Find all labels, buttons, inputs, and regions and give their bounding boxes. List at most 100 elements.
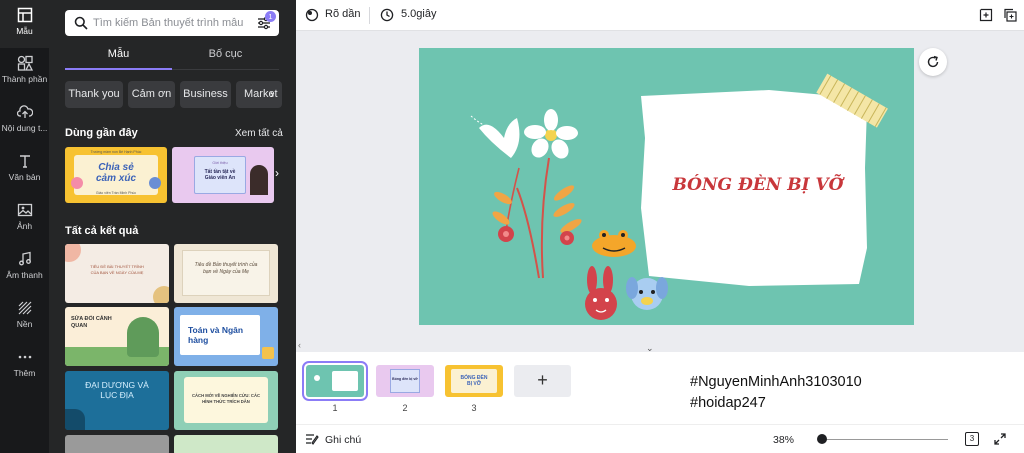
result-template-2[interactable]: Tiêu đề Bản thuyết trình của bạn về Ngày… <box>174 244 278 303</box>
rail-item-uploads[interactable]: Nội dung t... <box>0 97 49 145</box>
thumb-title: BÓNG ĐÈN BỊ VỠ <box>460 375 488 387</box>
page-thumb-2[interactable]: Bóng đèn bị vỡ <box>376 365 434 397</box>
rail-label: Ảnh <box>16 221 33 231</box>
thumb-coral <box>65 409 85 430</box>
result-template-8[interactable] <box>174 435 278 453</box>
hashtag-line: #NguyenMinhAnh3103010 <box>690 374 862 390</box>
rail-item-text[interactable]: Văn bản <box>0 146 49 194</box>
page-count-button[interactable]: 3 <box>965 432 979 446</box>
templates-panel: 1 Mẫu Bố cục Thank you Cảm ơn Business M… <box>49 0 296 453</box>
rail-label: Nền <box>16 319 33 329</box>
result-template-3[interactable]: SỬA ĐỔI CẢNH QUAN <box>65 307 169 366</box>
slide-canvas[interactable]: BÓNG ĐÈN BỊ VỠ <box>419 48 914 325</box>
search-icon <box>74 16 88 30</box>
background-icon <box>18 301 31 315</box>
recent-title: Dùng gần đây <box>65 127 138 139</box>
result-template-5[interactable]: ĐẠI DƯƠNG VÀ LỤC ĐỊA <box>65 371 169 430</box>
bottom-bar: Ghi chú 38% 3 <box>296 424 1024 453</box>
side-rail: Mẫu Thành phần Nội dung t... Văn bản Ảnh… <box>0 0 49 453</box>
rail-label: Âm thanh <box>6 270 43 280</box>
more-icon <box>18 355 31 359</box>
rail-label: Mẫu <box>16 26 33 36</box>
animation-button[interactable]: Rõ dần <box>325 8 360 20</box>
duration-button[interactable]: 5.0giây <box>401 8 436 20</box>
result-template-7[interactable] <box>65 435 169 453</box>
elements-icon <box>17 55 33 71</box>
panel-tabs: Mẫu Bố cục <box>65 44 279 70</box>
text-icon <box>19 155 30 168</box>
search-input[interactable] <box>93 14 243 32</box>
recent-template-1[interactable]: Trường mầm non Bé Hạnh Phúc Chia sẻ cảm … <box>65 147 167 203</box>
rail-label: Thêm <box>13 368 36 378</box>
template-icon <box>17 7 32 23</box>
canvas-area: BÓNG ĐÈN BỊ VỠ ⌄ ‹ <box>296 31 1024 353</box>
chevron-right-icon: › <box>270 87 274 101</box>
thumb-title: Bóng đèn bị vỡ <box>392 377 418 381</box>
filter-badge: 1 <box>265 11 276 22</box>
template-search[interactable]: 1 <box>65 10 279 36</box>
thumb-title: CÁCH MỚI VỀ NGHIÊN CỨU: CÁC HÌNH THỨC TR… <box>192 393 260 404</box>
thumb-tree <box>127 317 159 357</box>
thumb-flower <box>314 375 320 381</box>
page-thumb-1[interactable] <box>302 361 368 401</box>
page-number: 1 <box>332 403 338 413</box>
plus-icon: + <box>537 370 548 390</box>
see-all-link[interactable]: Xem tất cả <box>235 128 283 139</box>
notes-button[interactable]: Ghi chú <box>325 434 361 446</box>
recent-next-button[interactable]: › <box>275 166 279 180</box>
rail-item-background[interactable]: Nền <box>0 293 49 341</box>
editor-toolbar: Rõ dần 5.0giây <box>296 0 1024 31</box>
fullscreen-icon[interactable] <box>993 432 1007 446</box>
refresh-button[interactable] <box>919 48 947 76</box>
tab-layouts[interactable]: Bố cục <box>172 48 279 60</box>
rail-item-more[interactable]: Thêm <box>0 342 49 390</box>
result-template-4[interactable]: Toán và Ngân hàng <box>174 307 278 366</box>
all-results-title: Tất cả kết quả <box>65 225 139 237</box>
chevron-right-icon: › <box>275 166 279 180</box>
thumb-decoration <box>65 244 81 262</box>
chip-cam-on[interactable]: Cảm ơn <box>128 81 175 108</box>
page-number: 3 <box>471 403 477 413</box>
page-number: 2 <box>402 403 408 413</box>
thumb-card <box>390 369 420 393</box>
page-filmstrip: 1 Bóng đèn bị vỡ 2 BÓNG ĐÈN BỊ VỠ 3 + #N… <box>296 352 1024 424</box>
chips-next-button[interactable]: › <box>270 81 284 108</box>
scroll-left-button[interactable]: ‹ <box>298 340 301 350</box>
thumb-bottom-text: Giáo viên Trần Minh Phúc <box>95 191 137 195</box>
add-page-button[interactable]: + <box>514 365 571 397</box>
result-template-6[interactable]: CÁCH MỚI VỀ NGHIÊN CỨU: CÁC HÌNH THỨC TR… <box>174 371 278 430</box>
thumb-sticker <box>71 177 83 189</box>
chip-business[interactable]: Business <box>180 81 231 108</box>
active-tab-indicator <box>65 68 172 70</box>
chip-thank-you[interactable]: Thank you <box>65 81 123 108</box>
duplicate-page-icon[interactable] <box>1003 8 1017 22</box>
add-page-icon[interactable] <box>979 8 993 22</box>
upload-icon <box>16 105 33 118</box>
thumb-top-text: Giới thiệu <box>212 161 228 165</box>
thumb-card <box>332 371 358 391</box>
rail-item-audio[interactable]: Âm thanh <box>0 244 49 292</box>
tab-templates[interactable]: Mẫu <box>65 48 172 60</box>
clock-icon <box>380 8 394 22</box>
rail-item-photos[interactable]: Ảnh <box>0 195 49 243</box>
rail-item-elements[interactable]: Thành phần <box>0 48 49 96</box>
recent-template-2[interactable]: Giới thiệu Tất tần tật về Giáo viên An <box>172 147 274 203</box>
thumb-title: Tiêu đề Bản thuyết trình của bạn về Ngày… <box>194 262 258 275</box>
filter-button[interactable]: 1 <box>257 11 276 30</box>
rail-label: Thành phần <box>1 74 48 84</box>
zoom-level[interactable]: 38% <box>773 434 794 446</box>
thumb-title: Tất tần tật về Giáo viên An <box>204 169 236 181</box>
page-thumb-3[interactable]: BÓNG ĐÈN BỊ VỠ <box>445 365 503 397</box>
zoom-slider-handle[interactable] <box>816 434 827 444</box>
thumb-decoration <box>153 286 169 303</box>
thumb-decoration <box>262 347 274 359</box>
zoom-slider-track[interactable] <box>818 439 948 440</box>
audio-icon <box>18 251 31 266</box>
slide-title[interactable]: BÓNG ĐÈN BỊ VỠ <box>645 175 871 195</box>
thumb-portrait <box>250 165 268 195</box>
fade-animation-icon <box>305 8 319 22</box>
thumb-top-text: Trường mầm non Bé Hạnh Phúc <box>90 150 142 154</box>
rail-item-templates[interactable]: Mẫu <box>0 0 49 48</box>
result-template-1[interactable]: TIÊU ĐỀ BÀI THUYẾT TRÌNH CỦA BẠN VỀ NGÀY… <box>65 244 169 303</box>
thumb-title: SỬA ĐỔI CẢNH QUAN <box>71 316 112 329</box>
